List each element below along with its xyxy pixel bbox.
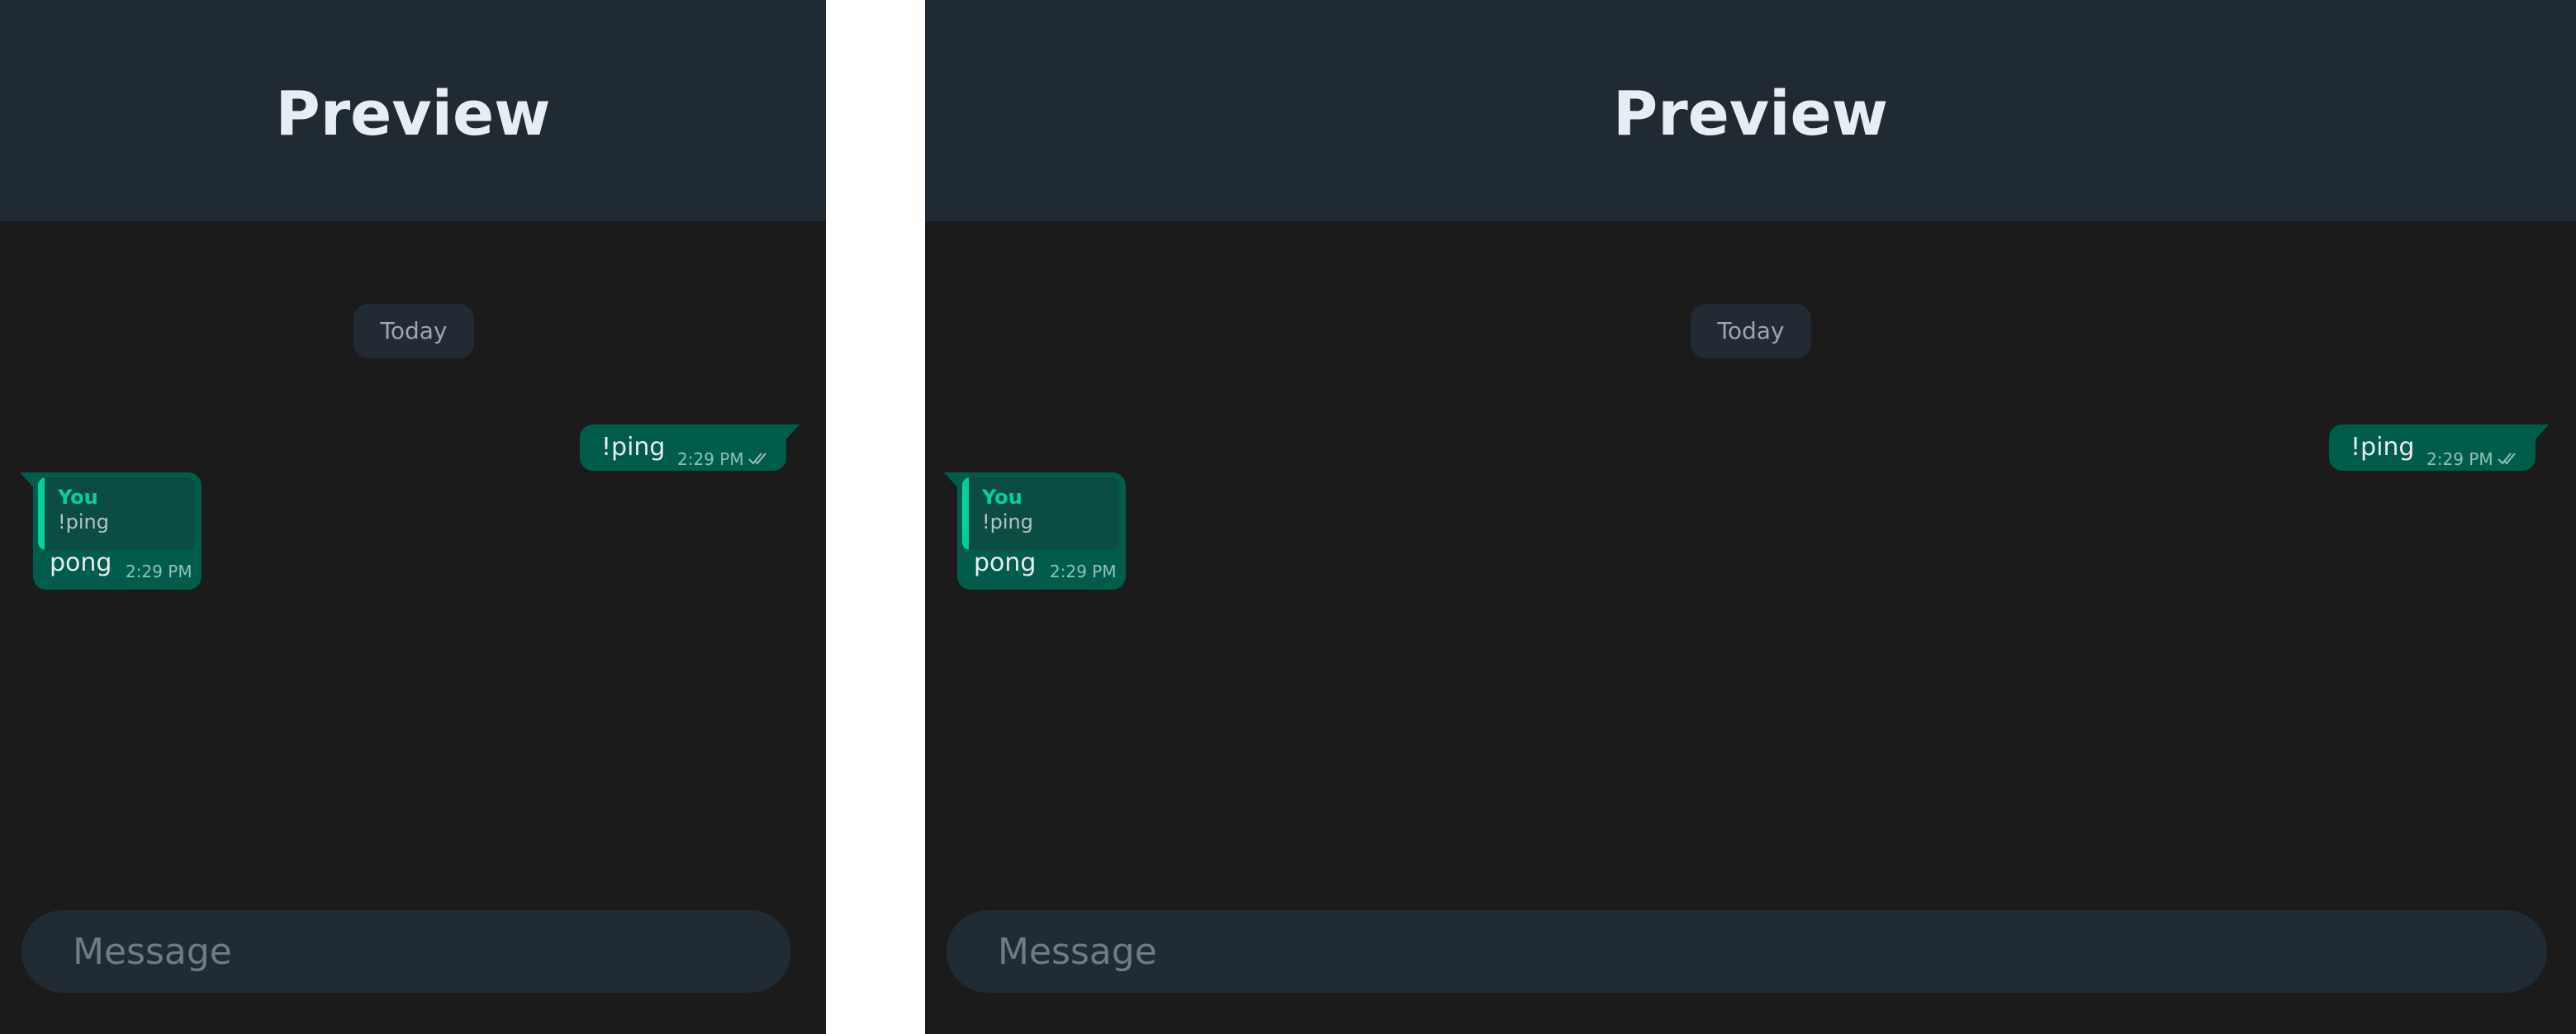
quoted-message[interactable]: You !ping (38, 477, 195, 550)
message-text: pong (50, 548, 112, 577)
outgoing-message-bubble[interactable]: !ping 2:29 PM (580, 425, 799, 471)
quote-text: !ping (58, 510, 109, 534)
quote-sender: You (58, 486, 98, 509)
chat-preview-panel-right: Preview Today !ping 2:29 PM You !ping po… (925, 0, 2576, 1034)
bubble-tail (944, 472, 959, 489)
message-text: !ping (601, 433, 666, 462)
header-title: Preview (1612, 78, 1889, 149)
chat-header: Preview (925, 0, 2576, 223)
outgoing-message-bubble[interactable]: !ping 2:29 PM (2329, 425, 2549, 471)
chat-preview-panel-left: Preview Today !ping 2:29 PM You !ping po… (0, 0, 826, 1034)
date-separator: Today (353, 304, 474, 358)
message-composer (21, 910, 791, 993)
message-time: 2:29 PM (2427, 449, 2493, 469)
message-time: 2:29 PM (677, 449, 744, 469)
chat-header: Preview (0, 0, 826, 223)
message-input[interactable] (73, 910, 758, 993)
message-time: 2:29 PM (126, 562, 192, 581)
quote-accent-bar (962, 477, 969, 550)
incoming-message-bubble[interactable]: You !ping pong 2:29 PM (20, 472, 202, 590)
bubble-tail (785, 425, 799, 441)
date-separator: Today (1691, 304, 1811, 358)
quoted-message[interactable]: You !ping (962, 477, 1119, 550)
double-check-icon (748, 453, 766, 465)
quote-accent-bar (38, 477, 45, 550)
message-text: !ping (2351, 433, 2415, 462)
message-text: pong (974, 548, 1037, 577)
header-title: Preview (275, 78, 551, 149)
message-composer (946, 910, 2547, 993)
message-input[interactable] (998, 910, 2514, 993)
double-check-icon (2498, 453, 2516, 465)
incoming-message-bubble[interactable]: You !ping pong 2:29 PM (944, 472, 1126, 590)
quote-sender: You (982, 486, 1022, 509)
message-time: 2:29 PM (1050, 562, 1117, 581)
bubble-tail (20, 472, 35, 489)
quote-text: !ping (982, 510, 1033, 534)
bubble-tail (2534, 425, 2549, 441)
